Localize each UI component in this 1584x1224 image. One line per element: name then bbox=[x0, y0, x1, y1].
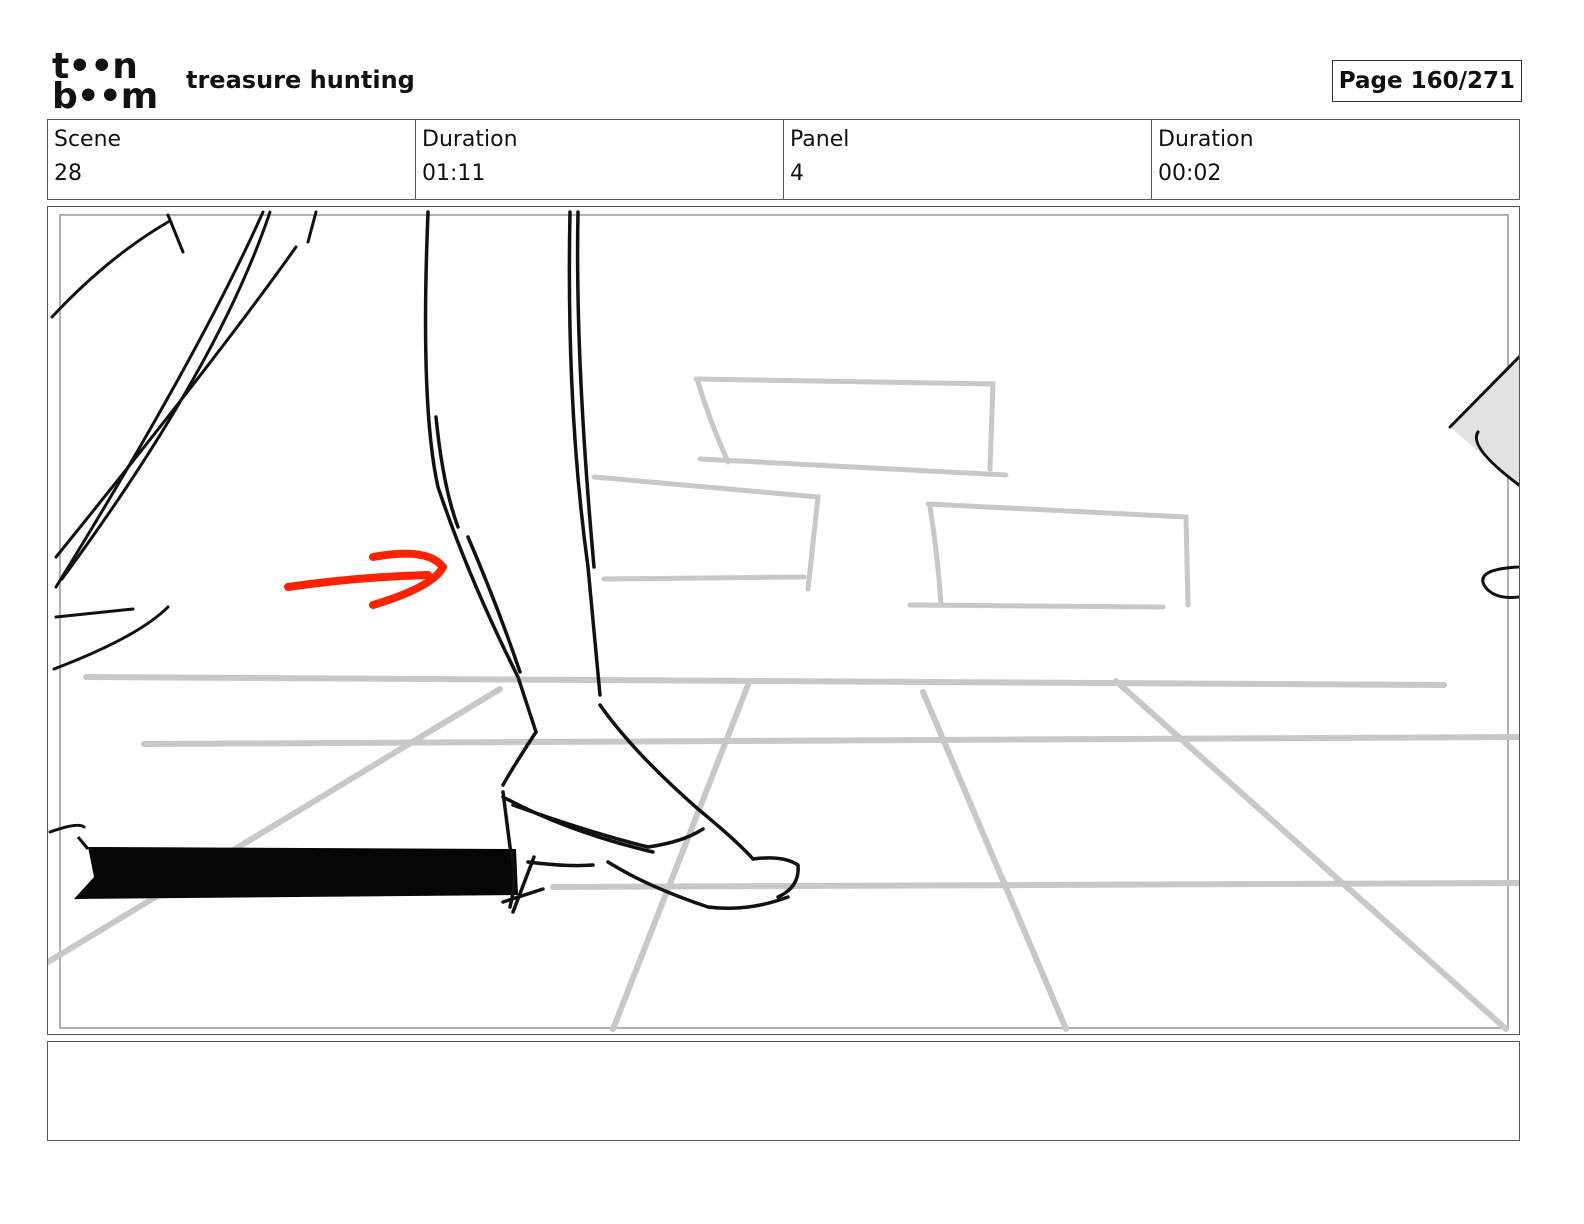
panel-value: 4 bbox=[790, 161, 804, 186]
panel-notes-box bbox=[47, 1041, 1520, 1141]
scene-duration-value: 01:11 bbox=[422, 161, 486, 186]
leg-foot-sketch bbox=[423, 210, 800, 914]
panel-cell: Panel 4 bbox=[784, 120, 1152, 199]
panel-duration-label: Duration bbox=[1158, 127, 1254, 152]
scene-value: 28 bbox=[54, 161, 82, 186]
toon-boom-logo: t••n b••m bbox=[52, 49, 164, 117]
panel-sketch bbox=[48, 210, 1519, 1032]
scene-label: Scene bbox=[54, 127, 122, 152]
shaded-object bbox=[1450, 357, 1519, 487]
scene-info-table: Scene 28 Duration 01:11 Panel 4 Duration… bbox=[47, 119, 1520, 200]
background-boxes bbox=[591, 376, 1191, 610]
storyboard-panel bbox=[47, 206, 1520, 1035]
panel-label: Panel bbox=[790, 127, 850, 152]
page-number: Page 160/271 bbox=[1331, 60, 1522, 102]
shadow-bar bbox=[74, 847, 518, 899]
project-title: treasure hunting bbox=[186, 66, 415, 94]
shadow-bar-tick bbox=[76, 836, 90, 850]
scene-cell: Scene 28 bbox=[48, 120, 416, 199]
panel-duration-cell: Duration 00:02 bbox=[1152, 120, 1519, 199]
left-figure-sketch bbox=[48, 210, 318, 834]
safe-frame bbox=[59, 214, 1509, 1029]
panel-duration-value: 00:02 bbox=[1158, 161, 1222, 186]
logo-line-2: b••m bbox=[52, 76, 158, 117]
motion-arrow bbox=[284, 549, 447, 609]
scene-duration-cell: Duration 01:11 bbox=[416, 120, 784, 199]
scene-duration-label: Duration bbox=[422, 127, 518, 152]
